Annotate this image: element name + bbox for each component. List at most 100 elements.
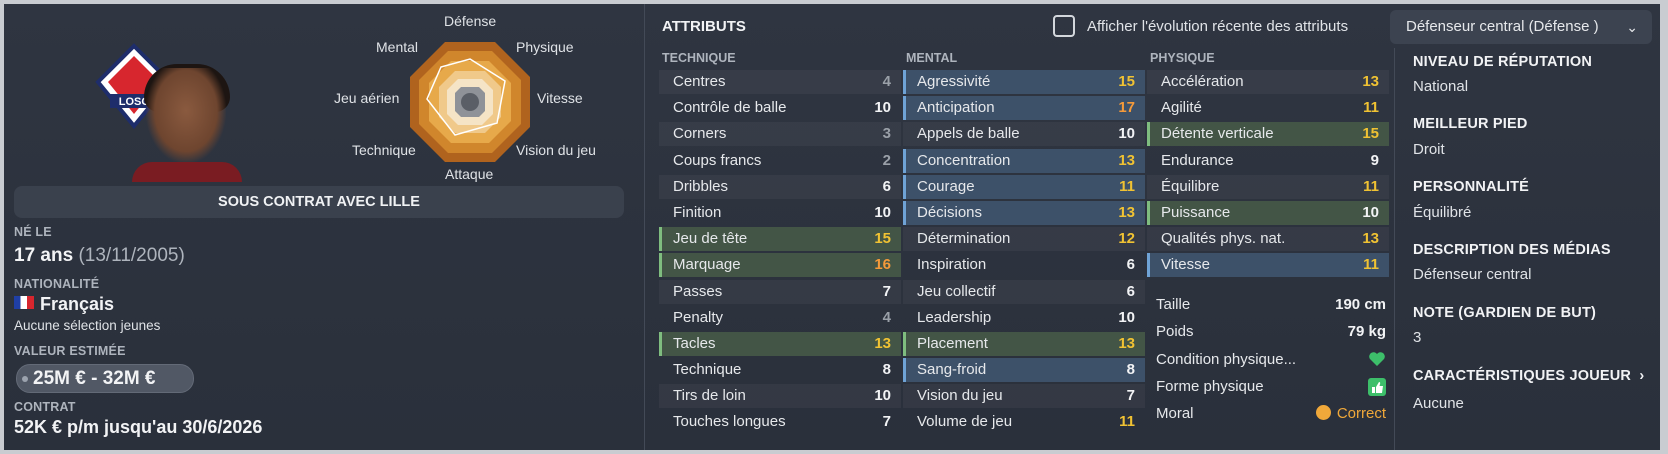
- player-traits-label: CARACTÉRISTIQUES JOUEUR: [1413, 368, 1632, 384]
- attribute-row[interactable]: Vision du jeu 7: [903, 384, 1145, 409]
- radar-label-attaque: Attaque: [445, 166, 494, 182]
- attribute-row[interactable]: Placement 13: [903, 331, 1145, 356]
- attribute-row[interactable]: Sang-froid 8: [903, 358, 1145, 383]
- attribute-value: 17: [1118, 99, 1135, 117]
- attribute-row[interactable]: Endurance 9: [1147, 149, 1389, 173]
- morale-row[interactable]: Moral Correct: [1156, 405, 1398, 425]
- height-label: Taille: [1156, 296, 1191, 313]
- attribute-row[interactable]: Équilibre 11: [1147, 174, 1389, 199]
- panel-divider: [644, 4, 645, 450]
- attribute-row[interactable]: Appels de balle 10: [903, 122, 1145, 147]
- condition-row[interactable]: Condition physique...: [1156, 351, 1398, 371]
- radar-label-jeu-aerien: Jeu aérien: [334, 90, 400, 106]
- attribute-name: Inspiration: [917, 256, 987, 274]
- attribute-row[interactable]: Contrôle de balle 10: [659, 96, 901, 120]
- attribute-row[interactable]: Dribbles 6: [659, 174, 901, 199]
- born-label: NÉ LE: [14, 225, 52, 239]
- attribute-row[interactable]: Tacles 13: [659, 331, 901, 356]
- attribute-row[interactable]: Touches longues 7: [659, 410, 901, 434]
- attribute-name: Penalty: [673, 308, 724, 326]
- attribute-row[interactable]: Coups francs 2: [659, 149, 901, 173]
- mental-attributes: Agressivité 15 Anticipation 17 Appels de bal…: [903, 70, 1145, 437]
- attribute-name: Agilité: [1161, 99, 1202, 117]
- player-traits-value: Aucune: [1413, 395, 1464, 412]
- attribute-value: 3: [882, 125, 891, 143]
- attribute-row[interactable]: Passes 7: [659, 279, 901, 304]
- attribute-row[interactable]: Technique 8: [659, 358, 901, 382]
- attribute-row[interactable]: Concentration 13: [903, 148, 1145, 173]
- fitness-row[interactable]: Forme physique: [1156, 378, 1398, 398]
- attribute-name: Tacles: [673, 334, 716, 352]
- attribute-value: 15: [1118, 73, 1135, 90]
- attribute-value: 7: [882, 282, 891, 300]
- attribute-row[interactable]: Corners 3: [659, 122, 901, 147]
- attribute-value: 16: [874, 256, 891, 274]
- attribute-evolution-checkbox[interactable]: [1053, 15, 1075, 37]
- attribute-name: Finition: [673, 203, 722, 221]
- role-select[interactable]: Défenseur central (Défense ) ⌄: [1390, 10, 1652, 44]
- attribute-value: 11: [1363, 99, 1379, 117]
- attribute-name: Vision du jeu: [917, 387, 1003, 405]
- radar-label-defense: Défense: [444, 13, 497, 29]
- attribute-row[interactable]: Finition 10: [659, 201, 901, 225]
- attribute-row[interactable]: Détermination 12: [903, 227, 1145, 252]
- attribute-name: Sang-froid: [917, 361, 987, 379]
- attribute-name: Qualités phys. nat.: [1161, 230, 1286, 248]
- personality-label: PERSONNALITÉ: [1413, 179, 1529, 195]
- attribute-value: 10: [1362, 203, 1379, 221]
- morale-label: Moral: [1156, 405, 1194, 422]
- attribute-name: Courage: [917, 177, 975, 195]
- side-divider: [1394, 48, 1395, 450]
- radar-label-vision: Vision du jeu: [516, 142, 596, 158]
- heart-icon: [1369, 352, 1385, 366]
- attribute-value: 13: [1362, 73, 1379, 90]
- attribute-row[interactable]: Jeu de tête 15: [659, 227, 901, 252]
- attribute-name: Équilibre: [1161, 177, 1220, 195]
- attribute-row[interactable]: Accélération 13: [1147, 70, 1389, 94]
- attribute-name: Puissance: [1161, 203, 1231, 221]
- technique-attributes: Centres 4 Contrôle de balle 10 Corners 3 Coups…: [659, 70, 901, 437]
- estimated-value[interactable]: 25M € - 32M €: [16, 364, 194, 393]
- attribute-name: Marquage: [673, 256, 741, 274]
- attribute-row[interactable]: Marquage 16: [659, 253, 901, 278]
- attribute-row[interactable]: Volume de jeu 11: [903, 410, 1145, 434]
- attribute-value: 11: [1363, 177, 1379, 195]
- attribute-value: 4: [882, 73, 891, 90]
- attribute-row[interactable]: Courage 11: [903, 174, 1145, 199]
- attribute-row[interactable]: Centres 4: [659, 70, 901, 94]
- attribute-row[interactable]: Vitesse 11: [1147, 253, 1389, 278]
- attribute-name: Centres: [673, 73, 726, 90]
- attribute-name: Accélération: [1161, 73, 1244, 90]
- contract-value: 52K € p/m jusqu'au 30/6/2026: [14, 417, 263, 437]
- attribute-row[interactable]: Détente verticale 15: [1147, 122, 1389, 147]
- attribute-row[interactable]: Jeu collectif 6: [903, 279, 1145, 304]
- attribute-row[interactable]: Agilité 11: [1147, 96, 1389, 120]
- attribute-row[interactable]: Agressivité 15: [903, 70, 1145, 94]
- attribute-value: 13: [1362, 230, 1379, 248]
- attribute-row[interactable]: Anticipation 17: [903, 96, 1145, 121]
- attribute-value: 10: [874, 387, 891, 405]
- attribute-name: Décisions: [917, 203, 983, 221]
- attribute-value: 10: [1118, 308, 1135, 326]
- attribute-row[interactable]: Décisions 13: [903, 200, 1145, 225]
- weight-value: 79 kg: [1347, 323, 1386, 340]
- technique-header: TECHNIQUE: [662, 51, 736, 65]
- attribute-row[interactable]: Qualités phys. nat. 13: [1147, 227, 1389, 252]
- best-foot-label: MEILLEUR PIED: [1413, 116, 1528, 132]
- chevron-right-icon: ›: [1639, 368, 1645, 384]
- attribute-row[interactable]: Leadership 10: [903, 306, 1145, 330]
- player-overview: LOSC Défense Physique Vitesse Vision du …: [4, 4, 644, 450]
- attribute-name: Jeu de tête: [673, 230, 748, 248]
- player-photo: [146, 68, 226, 163]
- morale-value: Correct: [1315, 405, 1386, 422]
- attribute-name: Corners: [673, 125, 727, 143]
- player-traits-link[interactable]: CARACTÉRISTIQUES JOUEUR ›: [1413, 368, 1644, 384]
- attribute-row[interactable]: Penalty 4: [659, 306, 901, 330]
- attribute-row[interactable]: Puissance 10: [1147, 200, 1389, 225]
- attribute-name: Contrôle de balle: [673, 99, 787, 117]
- attribute-evolution-label[interactable]: Afficher l'évolution récente des attribu…: [1087, 18, 1348, 35]
- attribute-row[interactable]: Tirs de loin 10: [659, 384, 901, 409]
- nationality-value[interactable]: Français: [14, 294, 114, 315]
- best-foot-value: Droit: [1413, 141, 1445, 158]
- attribute-row[interactable]: Inspiration 6: [903, 253, 1145, 277]
